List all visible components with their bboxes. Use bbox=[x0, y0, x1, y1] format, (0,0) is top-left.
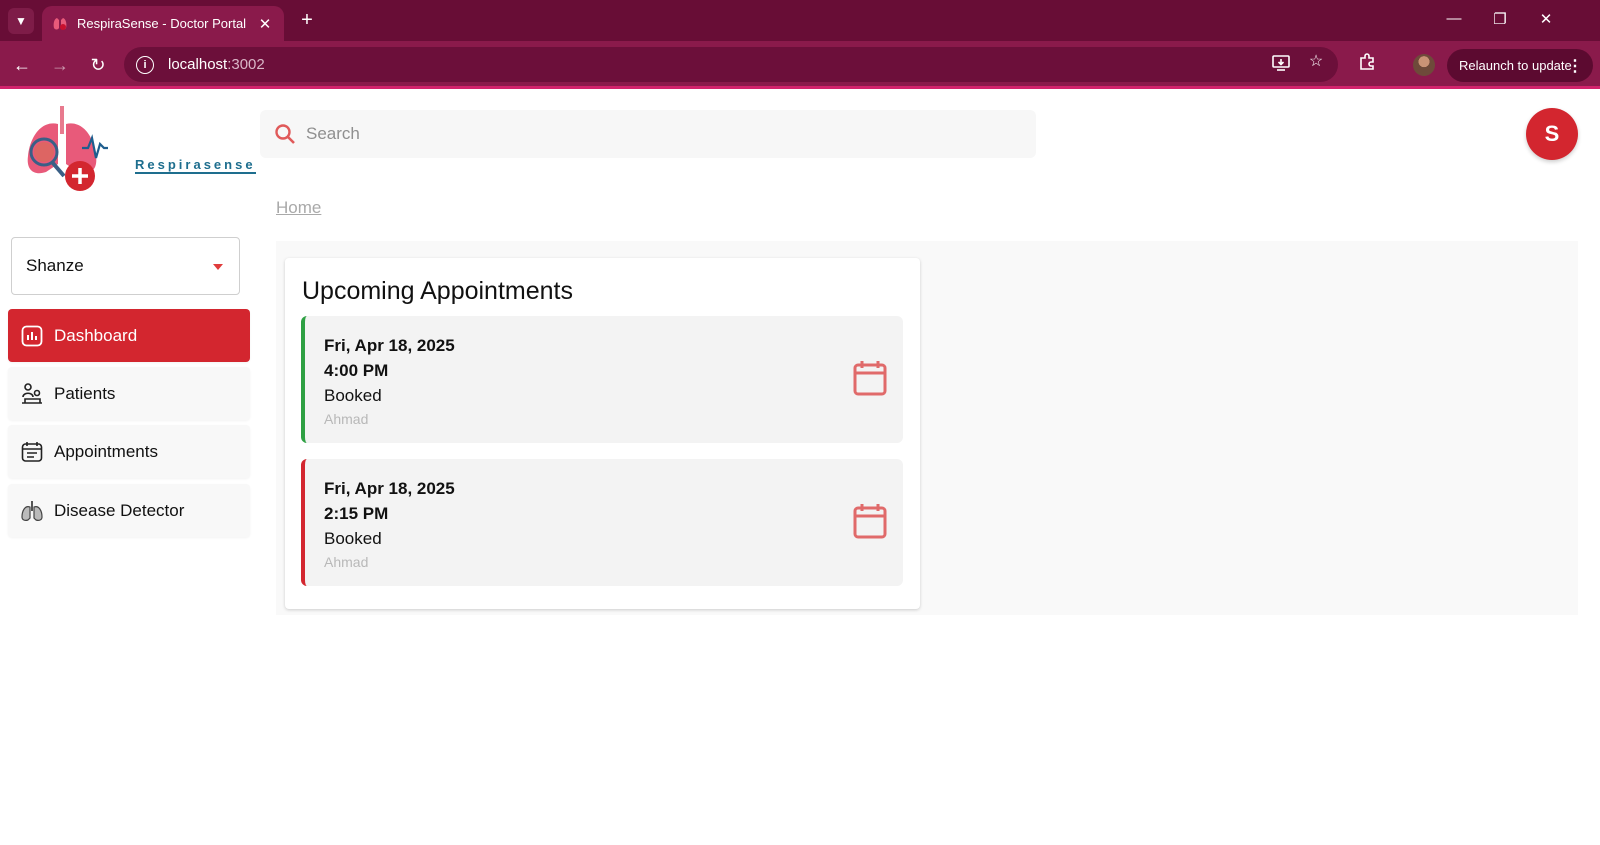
site-info-icon[interactable]: i bbox=[136, 55, 154, 74]
browser-toolbar: ← → ↻ i localhost:3002 ☆ Relaunch to upd… bbox=[0, 41, 1600, 89]
lungs-icon bbox=[20, 499, 44, 523]
relaunch-label: Relaunch to update bbox=[1459, 58, 1572, 73]
reload-icon[interactable]: ↻ bbox=[86, 53, 110, 77]
search-bar bbox=[260, 110, 1036, 158]
sidebar-item-label: Appointments bbox=[54, 441, 158, 461]
url-port: :3002 bbox=[227, 56, 265, 73]
minimize-icon[interactable]: — bbox=[1444, 10, 1464, 27]
doctor-select-value: Shanze bbox=[26, 256, 84, 275]
lungs-logo-icon bbox=[27, 106, 108, 191]
sidebar-item-dashboard[interactable]: Dashboard bbox=[8, 309, 250, 362]
relaunch-button[interactable]: Relaunch to update ⋮ bbox=[1447, 49, 1593, 82]
sidebar-item-disease-detector[interactable]: Disease Detector bbox=[8, 484, 250, 537]
tab-search-button[interactable]: ▼ bbox=[8, 8, 34, 34]
appointment-item[interactable]: Fri, Apr 18, 2025 2:15 PM Booked Ahmad bbox=[301, 459, 903, 586]
appointment-item[interactable]: Fri, Apr 18, 2025 4:00 PM Booked Ahmad bbox=[301, 316, 903, 443]
calendar-list-icon bbox=[20, 440, 44, 464]
respirasense-logo[interactable]: Respirasense bbox=[24, 104, 256, 196]
browser-tab[interactable]: RespiraSense - Doctor Portal ✕ bbox=[42, 6, 284, 41]
restore-icon[interactable]: ❐ bbox=[1490, 10, 1510, 28]
forward-arrow-icon[interactable]: → bbox=[48, 53, 72, 77]
appointment-date: Fri, Apr 18, 2025 bbox=[324, 479, 455, 498]
card-title: Upcoming Appointments bbox=[302, 277, 573, 305]
tab-close-icon[interactable]: ✕ bbox=[256, 15, 274, 33]
sidebar-item-patients[interactable]: Patients bbox=[8, 367, 250, 420]
breadcrumb-home[interactable]: Home bbox=[276, 198, 321, 218]
install-app-icon[interactable] bbox=[1270, 55, 1292, 76]
menu-dots-icon[interactable]: ⋮ bbox=[1567, 56, 1583, 76]
calendar-icon bbox=[853, 504, 887, 539]
sidebar-item-label: Disease Detector bbox=[54, 500, 185, 520]
sidebar-item-label: Dashboard bbox=[54, 325, 138, 345]
doctor-select[interactable]: Shanze bbox=[11, 237, 240, 295]
appointment-status: Booked bbox=[324, 529, 382, 548]
back-arrow-icon[interactable]: ← bbox=[10, 53, 34, 77]
sidebar-item-label: Patients bbox=[54, 383, 116, 403]
appointment-patient: Ahmad bbox=[324, 411, 369, 427]
app-root: Respirasense Shanze Dashboard Patients A… bbox=[0, 92, 1600, 845]
new-tab-icon[interactable]: + bbox=[295, 9, 319, 31]
browser-tab-bar: ▼ RespiraSense - Doctor Portal ✕ + — ❐ ✕ bbox=[0, 0, 1600, 41]
upcoming-appointments-card: Upcoming Appointments Fri, Apr 18, 2025 … bbox=[285, 258, 920, 609]
logo-text: Respirasense bbox=[135, 157, 256, 174]
tab-title: RespiraSense - Doctor Portal bbox=[77, 16, 247, 31]
search-icon bbox=[275, 124, 295, 144]
chart-bars-icon bbox=[20, 324, 44, 348]
sidebar-item-appointments[interactable]: Appointments bbox=[8, 425, 250, 478]
appointment-date: Fri, Apr 18, 2025 bbox=[324, 336, 455, 355]
bookmark-star-icon[interactable]: ☆ bbox=[1305, 51, 1327, 71]
appointment-status: Booked bbox=[324, 386, 382, 405]
appointment-time: 4:00 PM bbox=[324, 361, 389, 380]
url-host: localhost bbox=[168, 56, 228, 73]
extensions-icon[interactable] bbox=[1355, 53, 1379, 76]
window-close-icon[interactable]: ✕ bbox=[1536, 10, 1556, 28]
calendar-icon bbox=[853, 361, 887, 396]
user-avatar[interactable]: S bbox=[1526, 108, 1578, 160]
patients-icon bbox=[20, 382, 44, 406]
appointment-time: 2:15 PM bbox=[324, 504, 389, 523]
favicon-icon bbox=[53, 17, 67, 30]
profile-avatar[interactable] bbox=[1413, 54, 1435, 76]
address-bar[interactable]: i localhost:3002 bbox=[124, 47, 1338, 82]
appointment-patient: Ahmad bbox=[324, 554, 369, 570]
chevron-down-icon bbox=[213, 264, 223, 270]
search-input[interactable] bbox=[306, 124, 1006, 144]
